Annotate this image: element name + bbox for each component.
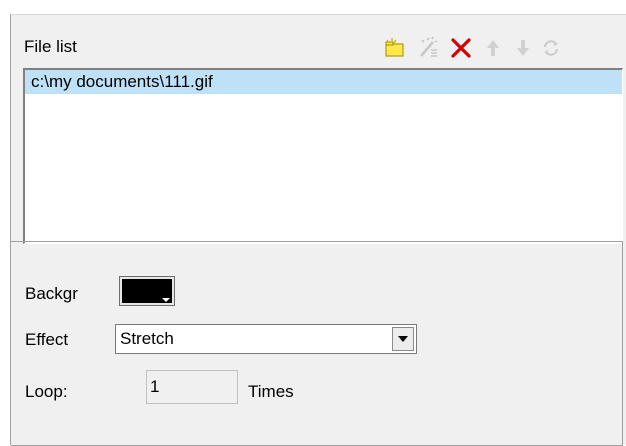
- file-list-box[interactable]: c:\my documents\111.gif: [23, 68, 623, 244]
- effect-select[interactable]: Stretch: [115, 324, 417, 354]
- edit-icon: [420, 36, 438, 57]
- move-down-icon: [517, 40, 529, 56]
- effect-label: Effect: [25, 330, 69, 349]
- move-up-button[interactable]: [480, 35, 506, 61]
- file-list-label: File list: [24, 37, 77, 56]
- refresh-icon: [543, 40, 559, 56]
- background-color-picker[interactable]: [119, 276, 175, 306]
- background-label: Backgr: [25, 284, 78, 303]
- move-down-button[interactable]: [510, 35, 536, 61]
- loop-count-input[interactable]: [146, 370, 238, 404]
- delete-icon: [451, 38, 471, 58]
- effect-dropdown-button[interactable]: [392, 327, 414, 351]
- chevron-down-icon: [398, 336, 408, 342]
- edit-button[interactable]: [416, 35, 442, 61]
- chevron-down-icon: [162, 298, 170, 302]
- new-folder-button[interactable]: [382, 35, 408, 61]
- list-item[interactable]: c:\my documents\111.gif: [25, 70, 622, 94]
- effect-value: Stretch: [120, 329, 174, 348]
- refresh-button[interactable]: [538, 35, 564, 61]
- properties-panel: Backgr Effect Stretch Loop: Times: [11, 241, 623, 446]
- times-label: Times: [248, 382, 294, 401]
- loop-label: Loop:: [25, 382, 68, 401]
- new-folder-icon: [385, 38, 404, 57]
- file-list-panel: File list c:\my documents\111.gif Backgr…: [10, 14, 626, 446]
- delete-button[interactable]: [448, 35, 474, 61]
- file-path: c:\my documents\111.gif: [31, 72, 213, 91]
- move-up-icon: [487, 40, 499, 56]
